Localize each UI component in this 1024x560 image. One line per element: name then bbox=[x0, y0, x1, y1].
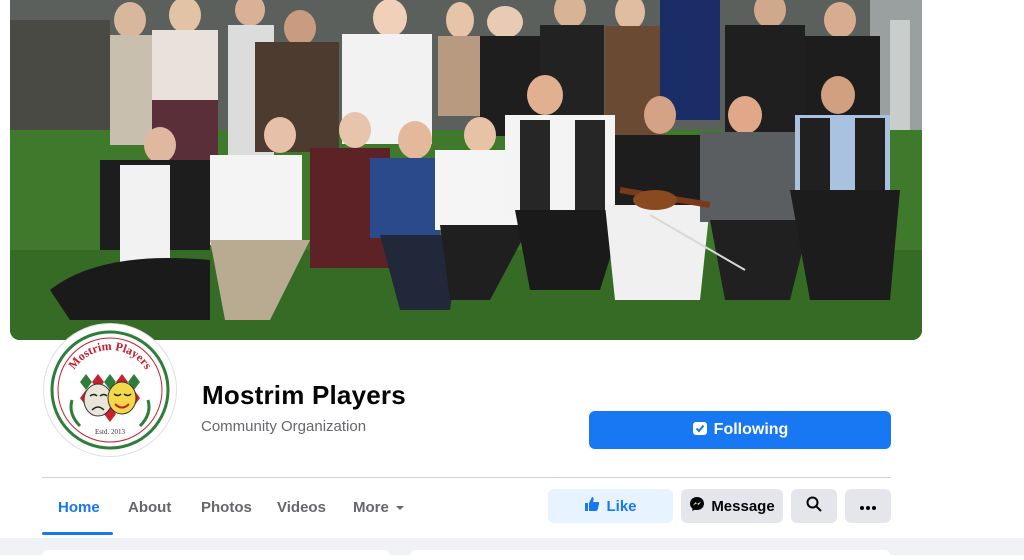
like-button[interactable]: Like bbox=[548, 489, 673, 523]
caret-down-icon bbox=[395, 499, 405, 516]
following-check-icon bbox=[692, 420, 708, 441]
logo-bottom-text: Estd. 2013 bbox=[95, 428, 125, 436]
message-button[interactable]: Message bbox=[681, 489, 783, 523]
tab-more[interactable]: More bbox=[353, 499, 405, 516]
profile-picture[interactable]: Mostrim Players Estd. 2013 bbox=[44, 324, 176, 456]
tab-more-label: More bbox=[353, 499, 389, 516]
cover-margin bbox=[922, 0, 1024, 340]
intro-card bbox=[42, 550, 390, 560]
page-category[interactable]: Community Organization bbox=[201, 418, 366, 435]
cover-photo[interactable] bbox=[10, 0, 922, 340]
posts-card bbox=[410, 550, 890, 560]
following-label: Following bbox=[713, 421, 789, 438]
cover-photo-image bbox=[10, 0, 922, 340]
tab-home[interactable]: Home bbox=[58, 499, 100, 516]
more-options-button[interactable] bbox=[845, 489, 891, 523]
active-tab-indicator bbox=[42, 532, 113, 535]
ellipsis-icon bbox=[860, 498, 876, 515]
message-label: Message bbox=[711, 497, 775, 515]
search-button[interactable] bbox=[791, 489, 837, 523]
messenger-icon bbox=[689, 496, 705, 516]
thumbs-up-icon bbox=[584, 496, 600, 516]
like-label: Like bbox=[606, 497, 637, 515]
tab-about[interactable]: About bbox=[128, 499, 171, 516]
tab-photos[interactable]: Photos bbox=[201, 499, 252, 516]
search-icon bbox=[806, 496, 822, 516]
following-button[interactable]: Following bbox=[589, 411, 891, 449]
page-title: Mostrim Players bbox=[202, 380, 406, 410]
tab-videos[interactable]: Videos bbox=[277, 499, 326, 516]
header-divider bbox=[42, 477, 891, 478]
theatre-masks-logo: Mostrim Players Estd. 2013 bbox=[50, 330, 170, 450]
